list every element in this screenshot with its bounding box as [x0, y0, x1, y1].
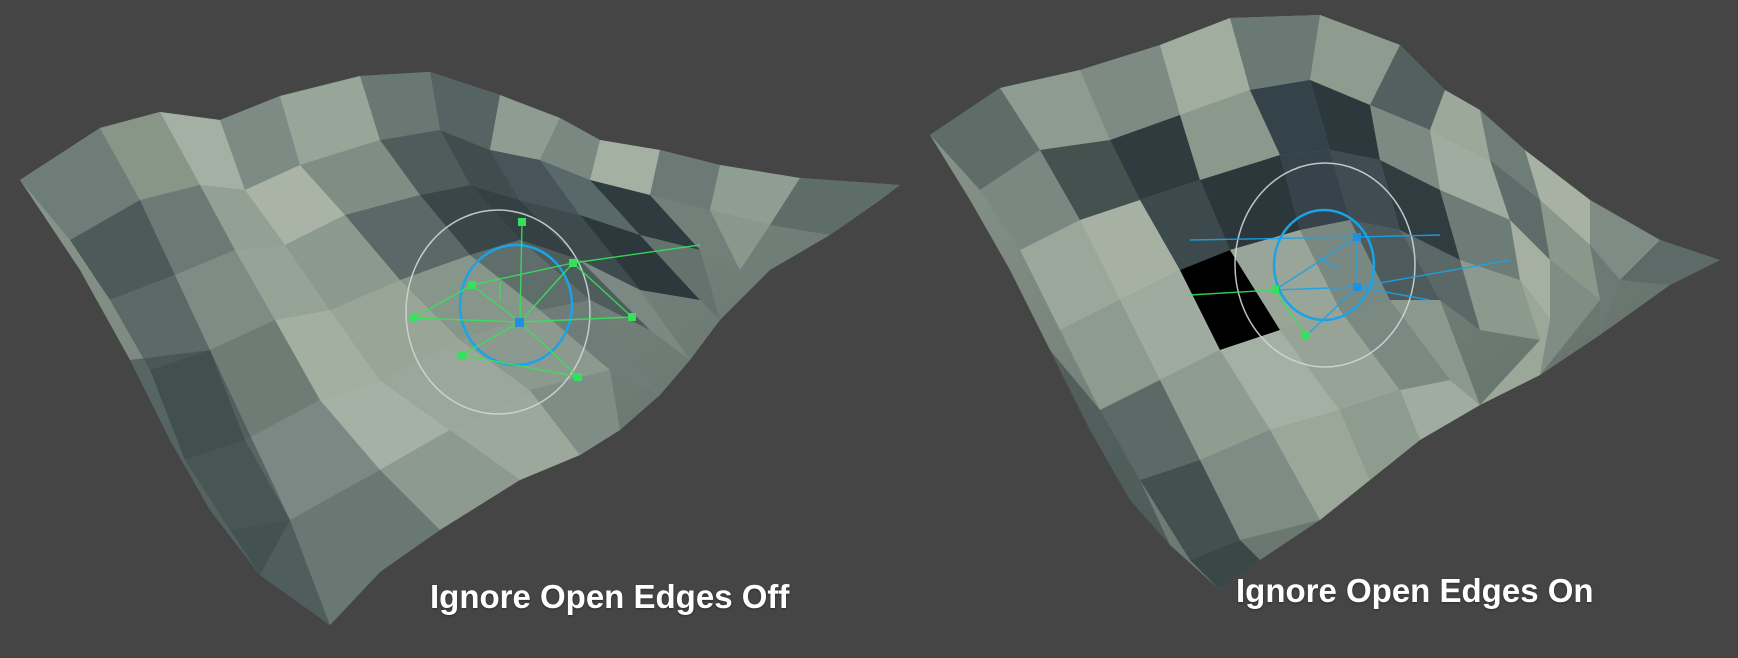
- terrain-mesh-off: [20, 72, 900, 625]
- center-vertex[interactable]: [515, 318, 524, 327]
- caption-ignore-open-edges-off: Ignore Open Edges Off: [430, 578, 790, 615]
- caption-ignore-open-edges-on: Ignore Open Edges On: [1236, 572, 1594, 609]
- viewport-left[interactable]: Ignore Open Edges Off: [0, 0, 900, 658]
- center-vertex[interactable]: [1353, 283, 1361, 291]
- viewport-right[interactable]: Ignore Open Edges On: [900, 0, 1738, 658]
- terrain-mesh-on: [930, 15, 1720, 590]
